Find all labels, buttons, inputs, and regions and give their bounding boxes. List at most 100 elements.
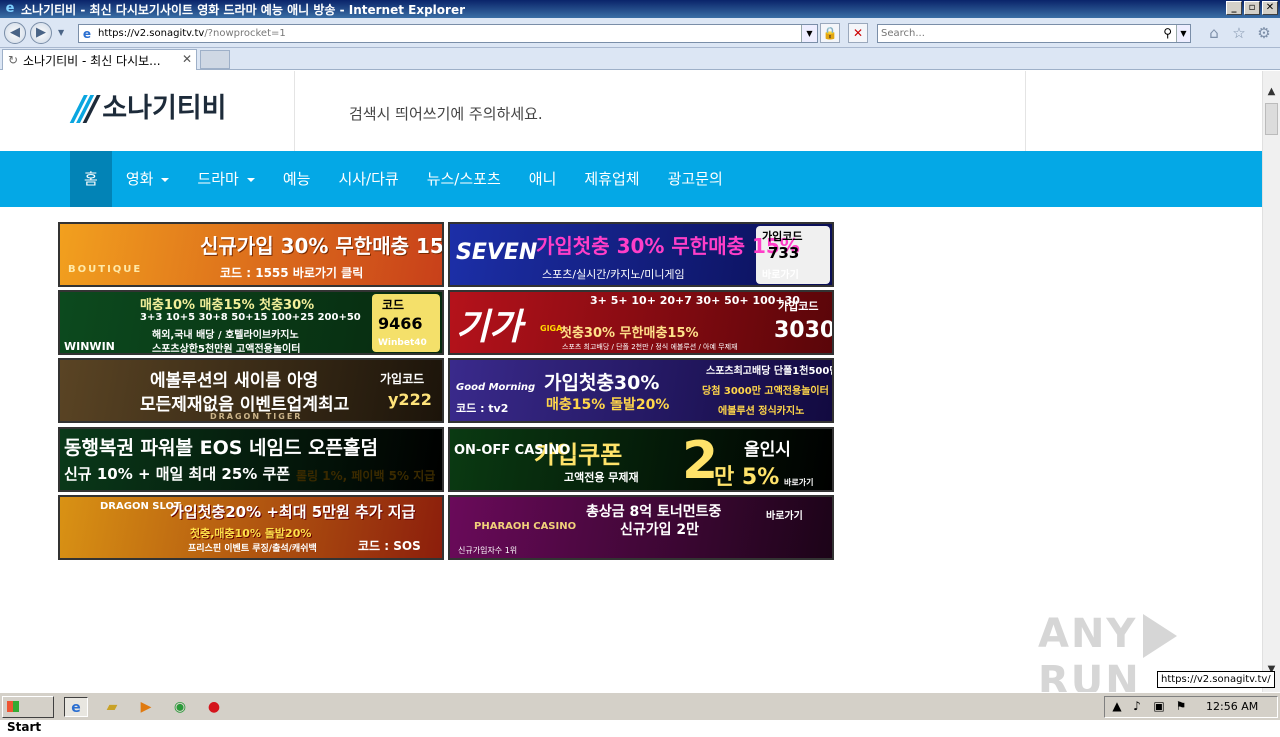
ad-banner[interactable]: 가입첫충30% 매충15% 돌발20% 스포츠최고배당 단폴1천500만 당첨 300… xyxy=(448,358,834,423)
back-button[interactable]: ◀ xyxy=(4,22,26,44)
banner-extra-text: 프리스핀 이벤트 루징/출석/캐쉬백 xyxy=(188,544,317,554)
logo-text-main: 소나기 xyxy=(102,93,177,124)
ad-banner[interactable]: 신규가입 30% 무한매충 15% 코드 : 1555 바로가기 클릭 BOUTIQ… xyxy=(58,222,444,287)
action-center-flag-icon[interactable]: ⚑ xyxy=(1173,699,1189,713)
settings-gear-icon[interactable]: ⚙ xyxy=(1255,24,1273,42)
site-logo[interactable]: /// 소나기티비 xyxy=(73,91,226,127)
tab-row: ↻ 소나기티비 - 최신 다시보... ✕ xyxy=(0,48,1280,70)
search-icon[interactable]: ⚲ xyxy=(1163,25,1172,42)
clock: 12:56 AM xyxy=(1206,700,1259,713)
windows-flag-icon xyxy=(7,701,19,712)
banner-headline: 가입첫충 30% 무한매충 15% xyxy=(536,234,800,258)
banner-subtext: 스포츠/실시간/카지노/미니게임 xyxy=(542,268,685,281)
page-favicon-icon: e xyxy=(82,26,92,41)
ad-banner[interactable]: 기가 첫충30% 무한매충15% 3+ 5+ 10+ 20+7 30+ 50+ 10… xyxy=(448,290,834,355)
banner-headline: 기가 xyxy=(456,307,523,348)
ad-banner[interactable]: 총상금 8억 토너먼트중 신규가입 2만 신규가입자수 1위 PHARAOH CASI… xyxy=(448,495,834,560)
banner-subtext: 고액전용 무제재 xyxy=(564,471,639,484)
menu-item-label: 드라마 xyxy=(197,170,239,188)
history-dropdown-icon[interactable]: ▼ xyxy=(58,28,64,37)
banner-subtext: 첫충30% 무한매충15% xyxy=(560,326,699,341)
menu-item[interactable]: 예능 xyxy=(269,151,325,207)
header-divider-right xyxy=(1025,71,1026,151)
menu-item[interactable]: 광고문의 xyxy=(654,151,737,207)
banner-subtext: 첫충,매충10% 돌발20% xyxy=(190,527,312,540)
banner-subtext: 3+3 10+5 30+8 50+15 100+25 200+50 xyxy=(140,312,361,323)
banner-subtext: 코드 : 1555 바로가기 클릭 xyxy=(220,266,364,280)
logo-mark-icon: /// xyxy=(73,89,99,129)
menu-item[interactable]: 뉴스/스포츠 xyxy=(413,151,515,207)
banner-code-label: 가입코드 xyxy=(762,230,803,243)
address-bar[interactable]: e https://v2.sonagitv.tv/?nowprocket=1 ▼ xyxy=(78,24,818,43)
address-dropdown-icon[interactable]: ▼ xyxy=(801,25,817,42)
watermark-text: ANY xyxy=(1038,611,1138,657)
ad-banner[interactable]: 가입첫충20% +최대 5만원 추가 지급 첫충,매충10% 돌발20% 프리스핀 … xyxy=(58,495,444,560)
stop-button[interactable]: ✕ xyxy=(848,23,868,43)
menu-item[interactable]: 드라마 xyxy=(183,151,268,207)
maximize-button[interactable]: ▫ xyxy=(1244,1,1260,15)
tray-expand-icon[interactable]: ▲ xyxy=(1109,699,1125,713)
banner-code: 코드 : SOS xyxy=(358,539,421,553)
dropdown-caret-icon xyxy=(246,177,255,182)
volume-icon[interactable]: ♪ xyxy=(1129,699,1145,713)
loading-spinner-icon: ↻ xyxy=(7,53,19,67)
banner-headline: 가입첫충30% xyxy=(544,372,660,394)
banner-code-label: 가입코드 xyxy=(380,372,425,386)
banner-brand: PHARAOH CASINO xyxy=(474,521,577,532)
menu-item[interactable]: 영화 xyxy=(112,151,184,207)
network-icon[interactable]: ▣ xyxy=(1151,699,1167,713)
browser-tab[interactable]: ↻ 소나기티비 - 최신 다시보... ✕ xyxy=(2,49,197,70)
ie-taskbar-icon[interactable]: e xyxy=(64,697,88,717)
ad-banner[interactable]: 에볼루션의 새이름 아영 모든제재없음 이벤트업계최고 DRAGON TIGER 가입… xyxy=(58,358,444,423)
search-box[interactable]: ⚲ ▼ xyxy=(877,24,1191,43)
ad-banner[interactable]: 가입첫충 30% 무한매충 15% 스포츠/실시간/카지노/미니게임 SEVEN 가입… xyxy=(448,222,834,287)
scroll-thumb[interactable] xyxy=(1265,103,1278,135)
banner-subtext: 신규 10% + 매일 최대 25% 쿠폰 xyxy=(64,465,291,483)
start-button[interactable]: Start xyxy=(2,696,54,734)
banner-headline: 에볼루션의 새이름 아영 xyxy=(150,371,319,391)
lock-icon[interactable]: 🔒 xyxy=(820,23,840,43)
banner-code: 9466 xyxy=(378,314,423,333)
menu-item[interactable]: 제휴업체 xyxy=(570,151,653,207)
banner-tag: Winbet40 xyxy=(378,338,427,348)
favorites-star-icon[interactable]: ☆ xyxy=(1230,24,1248,42)
banner-extra-text: 해외,국내 배당 / 호텔라이브카지노 xyxy=(152,330,299,341)
banner-big-number: 2 xyxy=(682,431,719,491)
banner-headline: 신규가입 30% 무한매충 15% xyxy=(200,234,444,258)
close-tab-icon[interactable]: ✕ xyxy=(182,52,192,66)
banner-extra-text: 에볼루션 정식카지노 xyxy=(718,406,805,417)
page-scrollbar[interactable]: ▲ ▼ xyxy=(1262,71,1280,692)
banner-headline: 매충10% 매충15% 첫충30% xyxy=(140,298,315,313)
minimize-button[interactable]: _ xyxy=(1226,1,1242,15)
opera-icon[interactable]: ● xyxy=(202,697,226,717)
main-menu-bar: 홈 영화 드라마 예능 시사/다큐 뉴스/스포츠 애니 제휴업체 광고문의 xyxy=(0,151,1262,207)
scroll-up-icon[interactable]: ▲ xyxy=(1263,83,1280,101)
close-window-button[interactable]: ✕ xyxy=(1262,1,1278,15)
banner-subtext: 신규가입 2만 xyxy=(620,522,700,538)
banner-brand: DRAGON SLOT xyxy=(100,501,181,512)
banner-brand: ON-OFF CASINO xyxy=(454,443,571,458)
new-tab-button[interactable] xyxy=(200,50,230,69)
explorer-folder-icon[interactable]: ▰ xyxy=(100,697,124,717)
search-input[interactable] xyxy=(881,26,1151,41)
watermark-text: RUN xyxy=(1038,658,1141,692)
ad-banner[interactable]: 가입쿠폰 고액전용 무제재 올인시 만 5% ON-OFF CASINO 2 바로가기 xyxy=(448,427,834,492)
watermark-play-icon xyxy=(1143,614,1178,658)
banner-extra-text: 만 5% xyxy=(714,465,780,490)
address-url[interactable]: https://v2.sonagitv.tv/?nowprocket=1 xyxy=(95,28,286,39)
menu-item[interactable]: 시사/다큐 xyxy=(324,151,412,207)
window-titlebar: e 소나기티비 - 최신 다시보기사이트 영화 드라마 예능 애니 방송 - I… xyxy=(0,0,1280,18)
menu-item[interactable]: 홈 xyxy=(70,151,112,207)
ad-banner[interactable]: 동행복권 파워볼 EOS 네임드 오픈홀덤 신규 10% + 매일 최대 25% … xyxy=(58,427,444,492)
menu-item[interactable]: 애니 xyxy=(515,151,571,207)
menu-item-label: 시사/다큐 xyxy=(338,170,399,188)
media-player-icon[interactable]: ▶ xyxy=(134,697,158,717)
home-icon[interactable]: ⌂ xyxy=(1205,24,1223,42)
chrome-icon[interactable]: ◉ xyxy=(168,697,192,717)
banner-brand: BOUTIQUE xyxy=(68,264,143,275)
search-dropdown-icon[interactable]: ▼ xyxy=(1176,25,1190,42)
logo-text-accent: 티비 xyxy=(176,93,227,124)
menu-item-label: 뉴스/스포츠 xyxy=(426,170,501,188)
ad-banner[interactable]: 매충10% 매충15% 첫충30% 3+3 10+5 30+8 50+15 100… xyxy=(58,290,444,355)
forward-button[interactable]: ▶ xyxy=(30,22,52,44)
